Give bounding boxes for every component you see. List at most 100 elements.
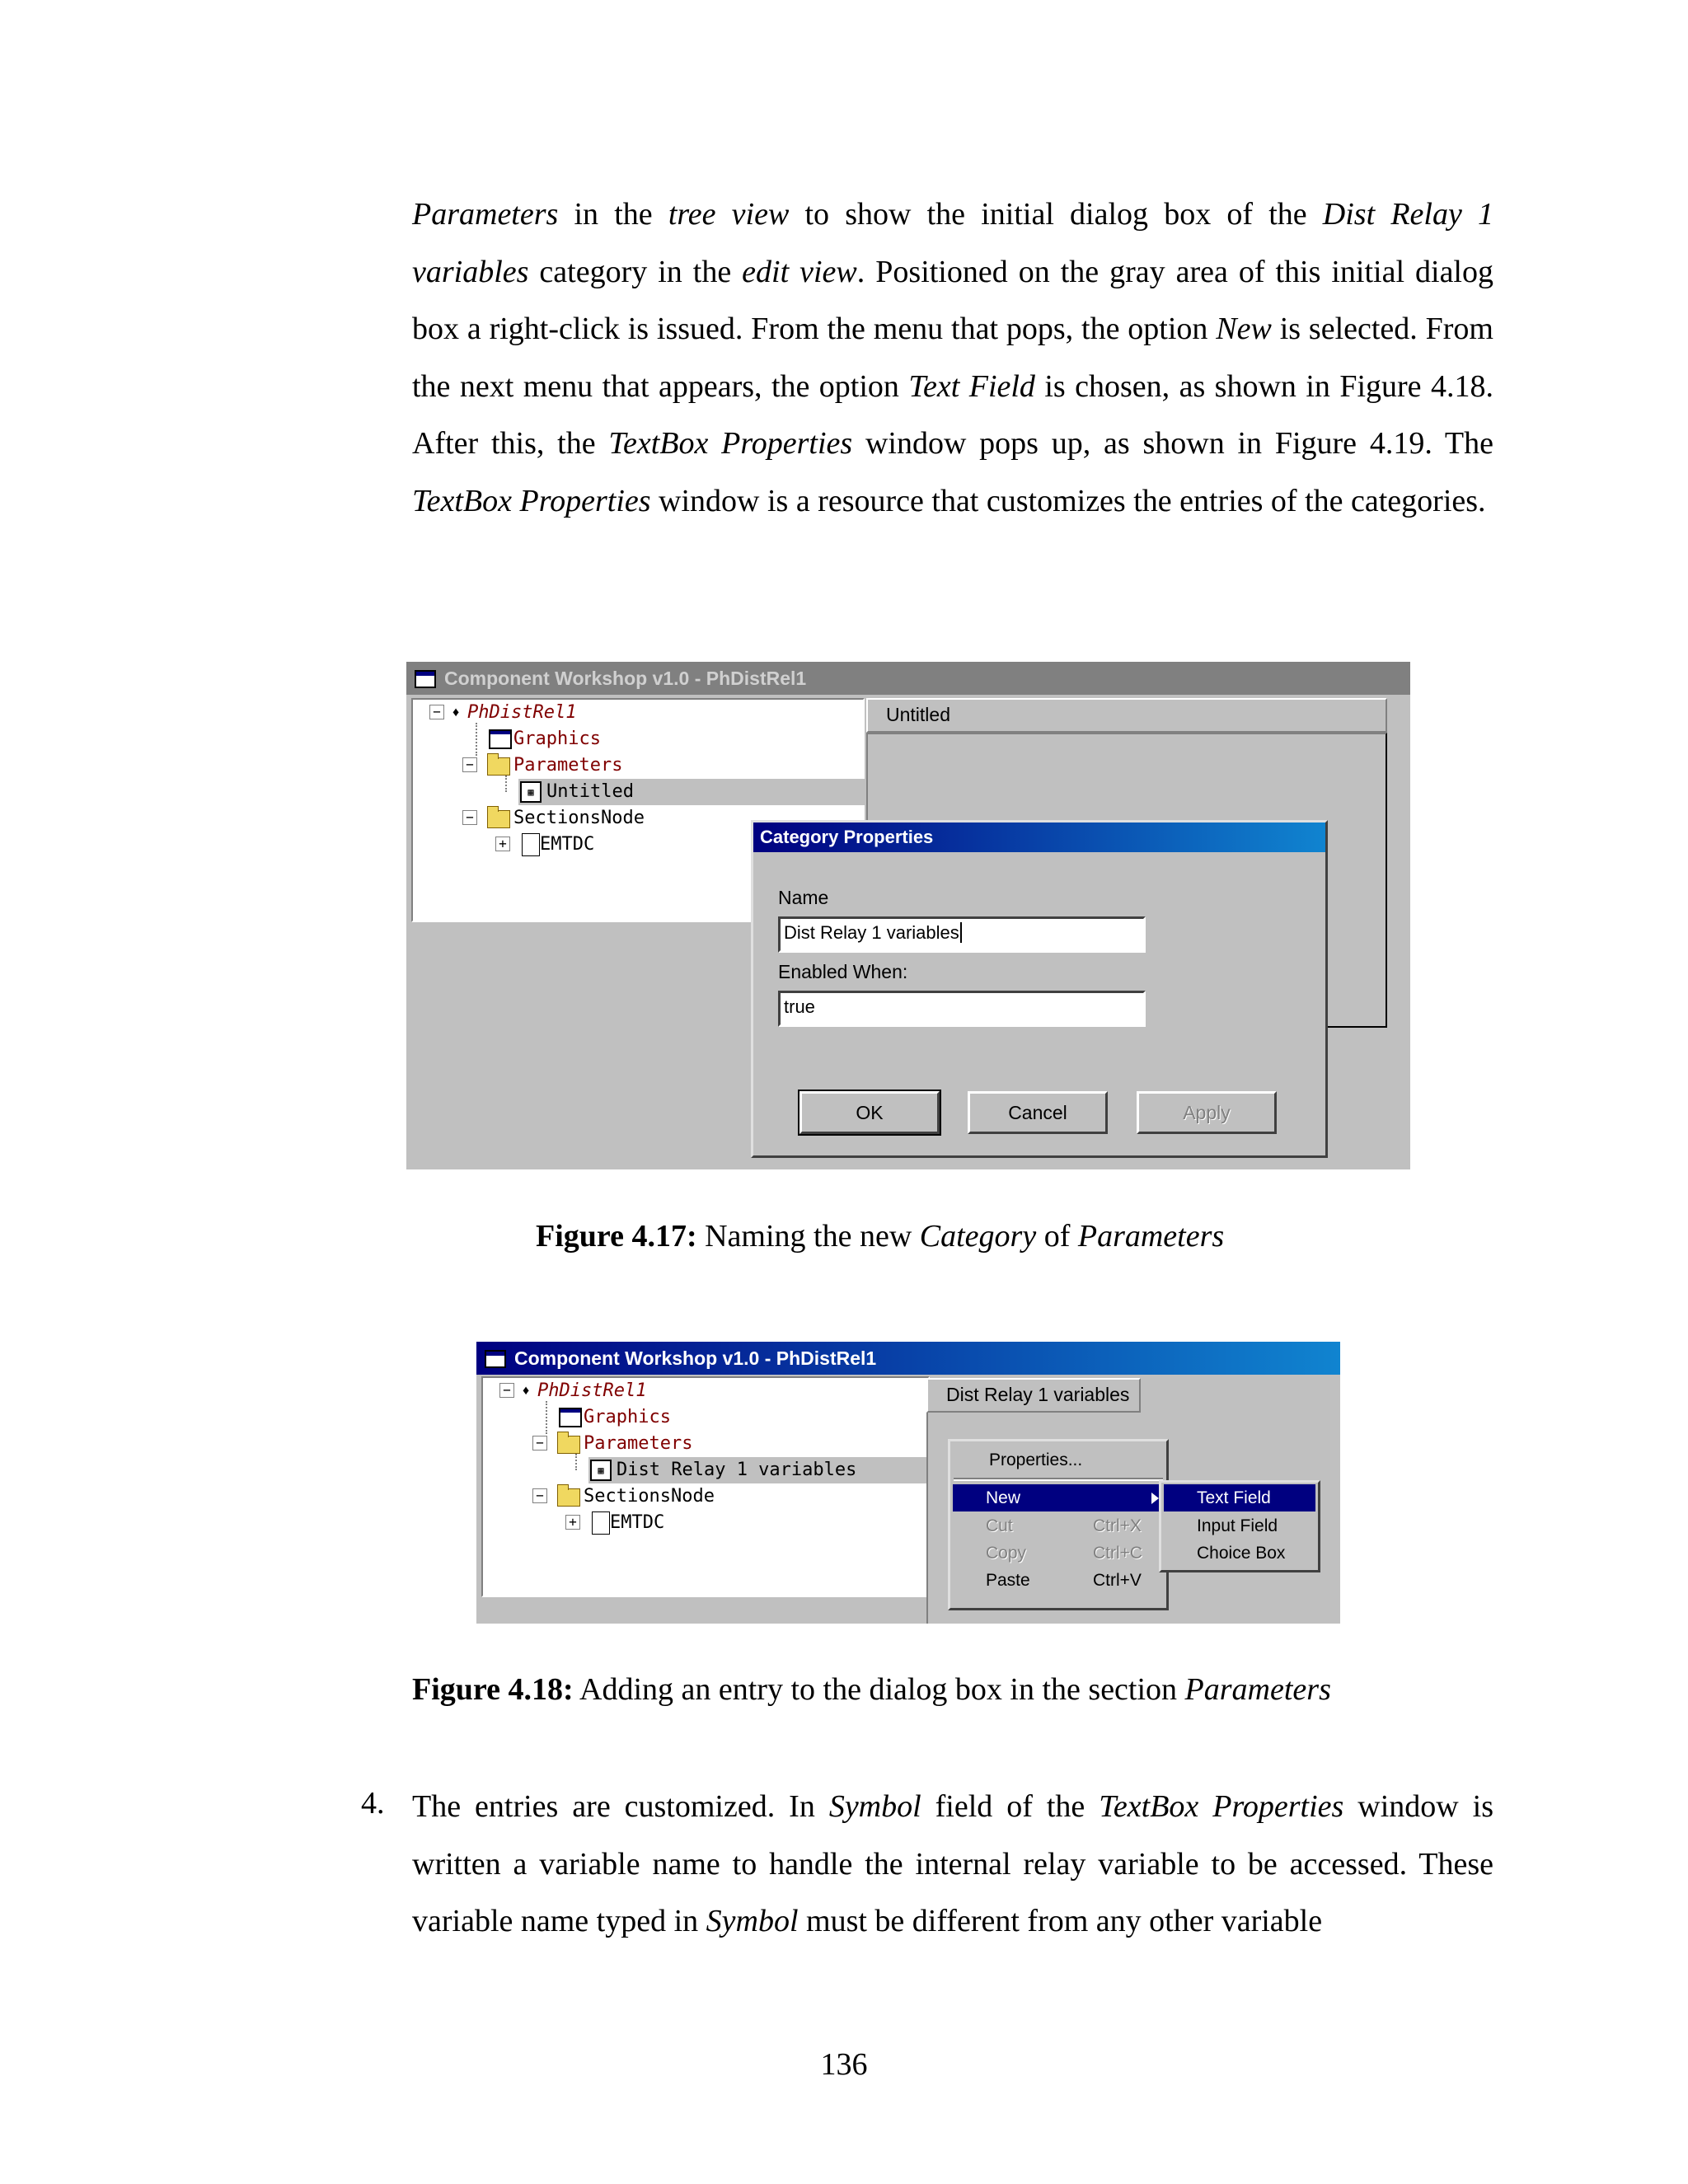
ok-button[interactable]: OK <box>798 1090 941 1136</box>
text-run: The entries are customized. In <box>412 1789 829 1824</box>
submenu-arrow-icon <box>1151 1493 1159 1504</box>
menu-item-paste[interactable]: Paste Ctrl+V <box>953 1567 1164 1594</box>
tree-node-parameters[interactable]: Parameters <box>584 1431 692 1457</box>
text-run: category in the <box>528 254 743 289</box>
figure-4-18-screenshot: Component Workshop v1.0 - PhDistRel1 − ♦… <box>476 1342 1340 1624</box>
collapse-icon[interactable]: − <box>532 1488 547 1503</box>
tree-node-untitled-label: Untitled <box>546 781 634 802</box>
menu-item-cut-label: Cut <box>986 1516 1013 1535</box>
apply-button[interactable]: Apply <box>1137 1091 1277 1134</box>
collapse-icon[interactable]: − <box>532 1436 547 1451</box>
tree-node-parameters[interactable]: Parameters <box>513 752 622 779</box>
dialog-title: Category Properties <box>753 823 1325 852</box>
menu-item-cut[interactable]: Cut Ctrl+X <box>953 1512 1164 1540</box>
edit-view-header: Untitled <box>866 698 1387 733</box>
window-title-bar[interactable]: Component Workshop v1.0 - PhDistRel1 <box>476 1342 1340 1375</box>
submenu-item-choice-box[interactable]: Choice Box <box>1164 1540 1315 1567</box>
graphics-icon <box>489 729 512 749</box>
window-icon <box>485 1350 506 1368</box>
tree-node-sectionsnode[interactable]: SectionsNode <box>584 1483 715 1510</box>
context-menu: Properties... New Cut Ctrl+X Copy Ctrl+C P… <box>948 1439 1169 1610</box>
tree-node-untitled[interactable]: ▦ Untitled <box>518 779 865 805</box>
text-run: to show the initial dialog box of the <box>789 197 1323 232</box>
italic-term: TextBox Properties <box>412 483 651 518</box>
menu-shortcut-cut: Ctrl+X <box>1093 1516 1142 1535</box>
folder-icon <box>557 1432 580 1454</box>
menu-separator <box>954 1478 1163 1481</box>
collapse-icon[interactable]: − <box>429 705 444 719</box>
figure-4-17-screenshot: Component Workshop v1.0 - PhDistRel1 − ♦… <box>406 662 1410 1169</box>
new-submenu: Text Field Input Field Choice Box <box>1159 1480 1320 1572</box>
figure-4-17-caption-text: Naming the new Category of Parameters <box>696 1219 1225 1254</box>
enabled-when-label: Enabled When: <box>778 961 908 982</box>
tree-node-dist-relay-1-variables[interactable]: ▦ Dist Relay 1 variables <box>588 1457 930 1483</box>
italic-term: Symbol <box>706 1904 799 1938</box>
body-paragraph-2: The entries are customized. In Symbol fi… <box>412 1779 1493 1951</box>
submenu-item-input-field[interactable]: Input Field <box>1164 1512 1315 1540</box>
category-icon: ▦ <box>590 1460 612 1481</box>
collapse-icon[interactable]: − <box>462 810 477 825</box>
tree-node-category-label: Dist Relay 1 variables <box>617 1460 857 1480</box>
edit-view-header: Dist Relay 1 variables <box>926 1378 1141 1413</box>
body-paragraph-1: Parameters in the tree view to show the … <box>412 186 1493 530</box>
folder-icon <box>487 806 510 828</box>
collapse-icon[interactable]: − <box>499 1383 514 1398</box>
window-title: Component Workshop v1.0 - PhDistRel1 <box>444 668 807 689</box>
list-number: 4. <box>361 1786 385 1821</box>
submenu-item-text-field[interactable]: Text Field <box>1164 1484 1315 1511</box>
figure-4-18-caption-text: Adding an entry to the dialog box in the… <box>574 1672 1331 1707</box>
tree-view[interactable]: − ♦ PhDistRel1 Graphics − Parameters ▦ D… <box>481 1376 930 1597</box>
menu-item-properties[interactable]: Properties... <box>953 1446 1164 1474</box>
text-run: Naming the new <box>696 1219 920 1254</box>
italic-term: Parameters <box>1077 1219 1225 1254</box>
tree-node-emtdc[interactable]: EMTDC <box>540 832 594 858</box>
text-run: Adding an entry to the dialog box in the… <box>573 1672 1185 1707</box>
italic-term: Parameters <box>1184 1672 1331 1707</box>
collapse-icon[interactable]: − <box>462 757 477 772</box>
menu-item-copy[interactable]: Copy Ctrl+C <box>953 1540 1164 1567</box>
category-properties-dialog: Category Properties Name Dist Relay 1 va… <box>751 820 1328 1158</box>
text-run: window pops up, as shown in Figure 4.19.… <box>852 426 1493 461</box>
figure-4-17-caption-label: Figure 4.17: <box>536 1219 697 1254</box>
expand-icon[interactable]: + <box>565 1515 580 1530</box>
window-title-bar[interactable]: Component Workshop v1.0 - PhDistRel1 <box>406 662 1410 695</box>
expand-icon[interactable]: + <box>495 837 510 851</box>
page-number: 136 <box>820 2047 868 2082</box>
tree-node-root[interactable]: PhDistRel1 <box>537 1378 646 1404</box>
text-run: in the <box>558 197 668 232</box>
italic-term: edit view <box>742 254 857 289</box>
menu-item-copy-label: Copy <box>986 1544 1027 1563</box>
italic-term: Parameters <box>412 197 559 232</box>
text-run: window is a resource that customizes the… <box>650 483 1486 518</box>
tree-node-sectionsnode[interactable]: SectionsNode <box>513 805 645 832</box>
enabled-when-field[interactable]: true <box>778 991 1146 1027</box>
text-run: must be different from any other variabl… <box>798 1904 1323 1938</box>
menu-item-paste-label: Paste <box>986 1571 1030 1590</box>
italic-term: Text Field <box>908 368 1035 404</box>
figure-4-17-caption: Figure 4.17: Naming the new Category of … <box>536 1218 1224 1254</box>
tree-node-root[interactable]: PhDistRel1 <box>467 700 576 726</box>
figure-4-18-caption: Figure 4.18: Adding an entry to the dial… <box>412 1671 1331 1708</box>
tree-node-graphics[interactable]: Graphics <box>584 1404 671 1431</box>
root-bullet-icon: ♦ <box>452 705 460 719</box>
italic-term: Category <box>919 1219 1037 1254</box>
window-title: Component Workshop v1.0 - PhDistRel1 <box>514 1347 877 1369</box>
graphics-icon <box>559 1408 582 1427</box>
italic-term: Symbol <box>828 1789 921 1824</box>
category-icon: ▦ <box>520 781 542 803</box>
folder-icon <box>557 1484 580 1507</box>
menu-item-new[interactable]: New <box>953 1484 1164 1511</box>
name-field[interactable]: Dist Relay 1 variables <box>778 916 1146 953</box>
italic-term: New <box>1216 312 1272 346</box>
tree-node-emtdc[interactable]: EMTDC <box>610 1510 664 1536</box>
document-icon <box>592 1511 610 1535</box>
root-bullet-icon: ♦ <box>523 1384 530 1398</box>
italic-term: TextBox Properties <box>1099 1789 1344 1824</box>
menu-item-new-label: New <box>986 1488 1021 1507</box>
document-icon <box>522 833 540 856</box>
cancel-button[interactable]: Cancel <box>968 1091 1108 1134</box>
window-icon <box>415 670 436 688</box>
name-field-value: Dist Relay 1 variables <box>784 922 959 943</box>
italic-term: tree view <box>668 197 790 232</box>
tree-node-graphics[interactable]: Graphics <box>513 726 601 752</box>
